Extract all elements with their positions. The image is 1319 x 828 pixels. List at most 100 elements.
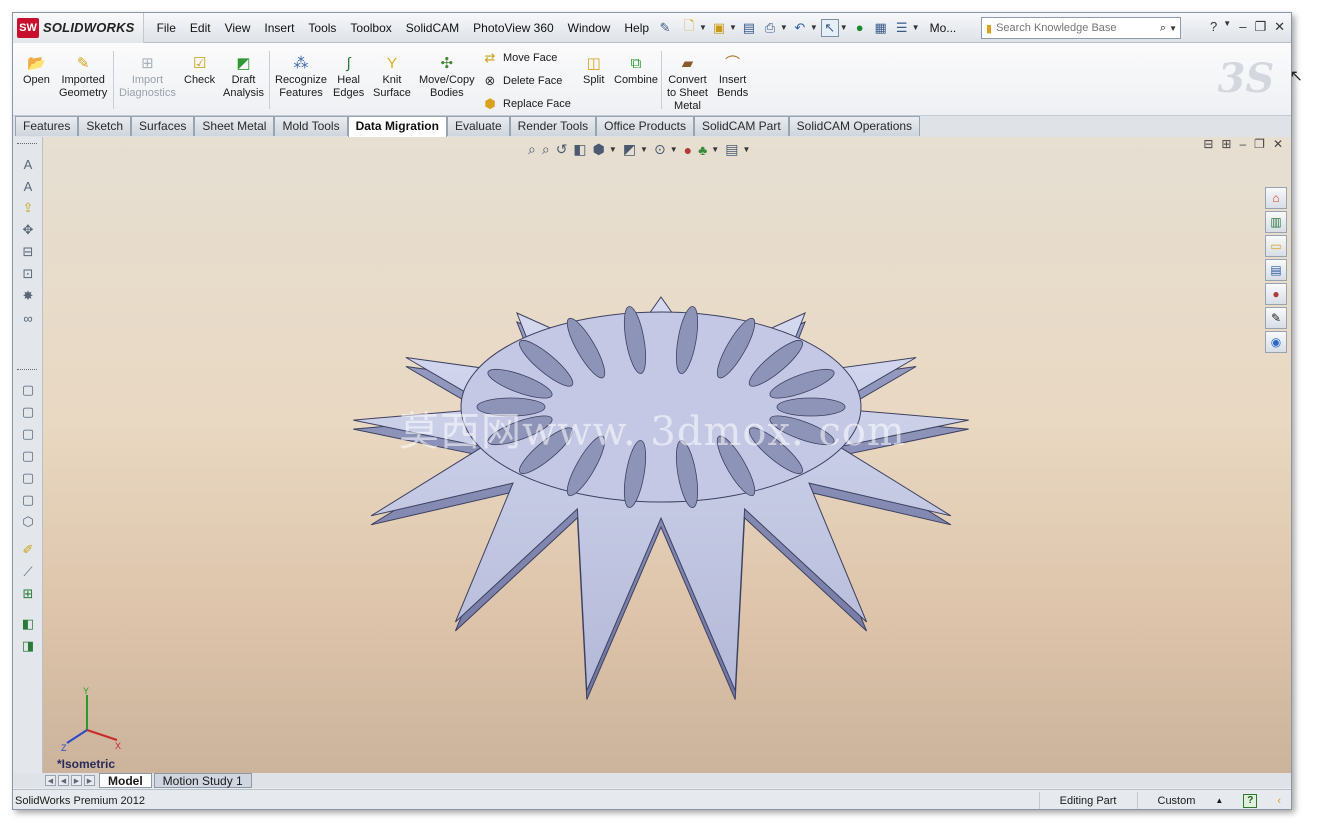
chevron-down-icon[interactable]: ▼: [699, 23, 707, 32]
view-top-icon[interactable]: ▢: [19, 469, 37, 487]
tab-sketch[interactable]: Sketch: [78, 116, 132, 136]
undo-icon[interactable]: ↶: [791, 19, 809, 37]
appearances-icon[interactable]: ●: [1265, 283, 1287, 305]
menu-toolbox[interactable]: Toolbox: [343, 21, 398, 35]
sketch-icon[interactable]: ✐: [19, 541, 37, 559]
view-back-icon[interactable]: ▢: [19, 403, 37, 421]
search-icon[interactable]: ⌕: [1160, 22, 1166, 35]
cut-icon[interactable]: ◨: [19, 637, 37, 655]
lock-icon[interactable]: ⊡: [19, 265, 37, 283]
prev-tab-icon[interactable]: ◀: [58, 775, 69, 786]
imported-geometry-button[interactable]: ✎ Imported Geometry: [59, 53, 107, 100]
next-tab-icon[interactable]: ▶: [71, 775, 82, 786]
unit-system[interactable]: Custom: [1158, 795, 1196, 807]
tab-render-tools[interactable]: Render Tools: [509, 116, 597, 136]
chevron-down-icon[interactable]: ▼: [1223, 19, 1231, 35]
chevron-down-icon[interactable]: ▼: [1169, 24, 1177, 33]
extrude-icon[interactable]: ◧: [19, 615, 37, 633]
chevron-down-icon[interactable]: ▼: [840, 23, 848, 32]
tab-evaluate[interactable]: Evaluate: [446, 116, 510, 136]
tab-mold-tools[interactable]: Mold Tools: [274, 116, 348, 136]
search-box[interactable]: ▮ ⌕ ▼: [981, 17, 1181, 39]
relations-icon[interactable]: ⊞: [19, 585, 37, 603]
move-entity-icon[interactable]: ✥: [19, 221, 37, 239]
delete-face-button[interactable]: ⊗ Delete Face: [481, 72, 563, 90]
first-tab-icon[interactable]: ◀: [45, 775, 56, 786]
view-isometric-icon[interactable]: ⬡: [19, 513, 37, 531]
toolbar-grip[interactable]: [17, 369, 37, 372]
insert-bends-button[interactable]: ⌒ Insert Bends: [717, 53, 748, 100]
view-bottom-icon[interactable]: ▢: [19, 491, 37, 509]
tab-solidcam-part[interactable]: SolidCAM Part: [693, 116, 789, 136]
solidworks-resources-icon[interactable]: ◉: [1265, 331, 1287, 353]
view-left-icon[interactable]: ▢: [19, 425, 37, 443]
tab-model[interactable]: Model: [99, 773, 152, 788]
print-icon[interactable]: ⎙: [761, 19, 779, 37]
move-copy-bodies-button[interactable]: ✣ Move/Copy Bodies: [419, 53, 475, 100]
quick-tips-icon[interactable]: ?: [1243, 793, 1258, 808]
menu-photoview[interactable]: PhotoView 360: [466, 21, 561, 35]
custom-properties-icon[interactable]: ✎: [1265, 307, 1287, 329]
view-front-icon[interactable]: ▢: [19, 381, 37, 399]
open-button[interactable]: 📂 Open: [23, 53, 50, 87]
file-explorer-icon[interactable]: ▭: [1265, 235, 1287, 257]
tab-data-migration[interactable]: Data Migration: [347, 116, 447, 137]
open-part-icon[interactable]: ⇪: [19, 199, 37, 217]
recognize-features-button[interactable]: ⁂ Recognize Features: [275, 53, 327, 100]
sketch-text-icon[interactable]: A: [19, 155, 37, 173]
select-icon[interactable]: ↖: [820, 18, 839, 37]
menu-file[interactable]: File: [150, 21, 183, 35]
sketch-annotation-icon[interactable]: A: [19, 177, 37, 195]
new-document-icon[interactable]: 🗋: [680, 18, 698, 37]
chevron-left-icon[interactable]: ‹: [1277, 795, 1281, 807]
chevron-down-icon[interactable]: ▼: [912, 23, 920, 32]
explode-icon[interactable]: ✸: [19, 287, 37, 305]
solidworks-logo[interactable]: SW SOLIDWORKS: [13, 13, 144, 43]
help-icon[interactable]: ?: [1210, 19, 1217, 35]
draft-analysis-button[interactable]: ◩ Draft Analysis: [223, 53, 264, 100]
replace-face-button[interactable]: ⬢ Replace Face: [481, 95, 571, 113]
menu-view[interactable]: View: [218, 21, 258, 35]
move-face-button[interactable]: ⇄ Move Face: [481, 49, 558, 67]
menu-solidcam[interactable]: SolidCAM: [399, 21, 466, 35]
tab-sheet-metal[interactable]: Sheet Metal: [194, 116, 275, 136]
menu-insert[interactable]: Insert: [257, 21, 301, 35]
combine-button[interactable]: ⧉ Combine: [614, 53, 658, 87]
toolbar-grip[interactable]: [17, 143, 37, 146]
check-button[interactable]: ☑ Check: [184, 53, 215, 87]
search-input[interactable]: [996, 22, 1147, 34]
menu-help[interactable]: Help: [617, 21, 656, 35]
chevron-down-icon[interactable]: ▼: [729, 23, 737, 32]
graphics-area[interactable]: ⌕ ⌕ ↺ ◧ ⬢▼ ◩▼ ⊙▼ ● ♣▼ ▤▼ ⊟ ⊞ – ❐ ✕: [43, 137, 1291, 773]
convert-sheet-metal-button[interactable]: ▰ Convert to Sheet Metal: [667, 53, 708, 113]
rebuild-icon[interactable]: ●: [851, 19, 869, 37]
chevron-down-icon[interactable]: ▼: [780, 23, 788, 32]
minimize-icon[interactable]: –: [1239, 19, 1246, 35]
view-palette-icon[interactable]: ▤: [1265, 259, 1287, 281]
options-icon[interactable]: ☰: [893, 19, 911, 37]
tab-solidcam-operations[interactable]: SolidCAM Operations: [788, 116, 921, 136]
knit-surface-button[interactable]: Y Knit Surface: [373, 53, 411, 100]
chevron-down-icon[interactable]: ▼: [810, 23, 818, 32]
last-tab-icon[interactable]: ▶: [84, 775, 95, 786]
restore-icon[interactable]: ❐: [1254, 19, 1266, 35]
chevron-up-icon[interactable]: ▲: [1215, 796, 1223, 805]
overflow-menu[interactable]: Mo...: [923, 21, 964, 35]
import-diagnostics-button[interactable]: ⊞ Import Diagnostics: [119, 53, 176, 100]
link-icon[interactable]: ∞: [19, 309, 37, 327]
home-icon[interactable]: ⌂: [1265, 187, 1287, 209]
heal-edges-button[interactable]: ∫ Heal Edges: [333, 53, 364, 100]
tab-office-products[interactable]: Office Products: [596, 116, 694, 136]
split-button[interactable]: ◫ Split: [583, 53, 604, 87]
align-icon[interactable]: ⊟: [19, 243, 37, 261]
design-library-icon[interactable]: ▥: [1265, 211, 1287, 233]
file-properties-icon[interactable]: ▦: [872, 19, 890, 37]
menu-edit[interactable]: Edit: [183, 21, 218, 35]
view-right-icon[interactable]: ▢: [19, 447, 37, 465]
save-icon[interactable]: ▤: [740, 19, 758, 37]
pin-icon[interactable]: ✎: [656, 19, 674, 37]
open-icon[interactable]: ▣: [710, 19, 728, 37]
close-icon[interactable]: ✕: [1274, 19, 1285, 35]
menu-tools[interactable]: Tools: [301, 21, 343, 35]
tab-surfaces[interactable]: Surfaces: [131, 116, 195, 136]
